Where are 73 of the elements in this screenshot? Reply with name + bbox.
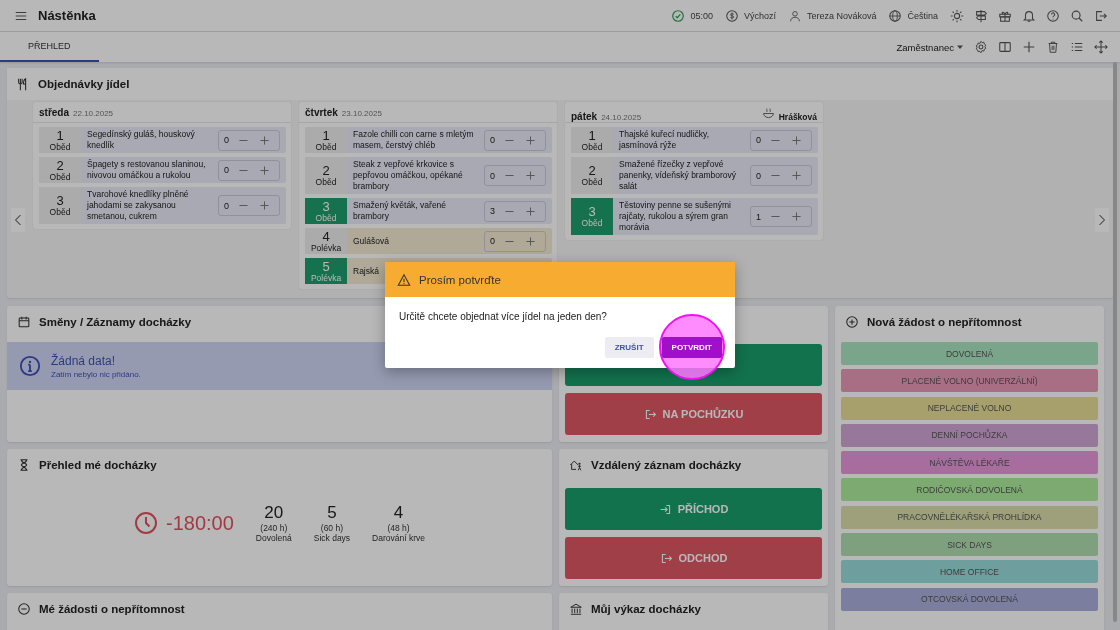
dialog-message: Určitě chcete objednat více jídel na jeden den?	[398, 310, 608, 322]
quantity-value: 0	[490, 170, 495, 181]
meal-type: Oběd	[315, 177, 337, 187]
quantity-value: 0	[224, 200, 229, 211]
panel-title: Můj výkaz docházky	[591, 603, 701, 615]
quantity-value: 0	[756, 135, 761, 145]
stat-value: 20	[264, 503, 284, 523]
meal-index: 3	[322, 199, 330, 213]
time-balance: -180:00	[165, 511, 234, 535]
meal-type: Oběd	[581, 218, 603, 228]
meal-index: 5	[322, 259, 330, 273]
meal-index: 3	[56, 194, 64, 207]
status-label: 05:00	[690, 10, 713, 21]
page-title: Nástěnka	[38, 8, 96, 23]
meal-name: Steak z vepřové krkovice s pepřovou omáčkou, opékané brambory	[352, 158, 464, 193]
meal-name: Thajské kuřecí nudličky, jasmínová rýže	[618, 128, 711, 152]
meal-index: 4	[322, 229, 330, 243]
meal-type: Oběd	[49, 207, 71, 217]
meal-index: 1	[322, 128, 330, 142]
meal-index: 1	[588, 128, 596, 142]
quantity-value: 1	[756, 211, 761, 222]
day-name: čtvrtek	[305, 107, 338, 118]
quantity-value: 3	[490, 206, 495, 216]
alert-text: Zatím nebylo nic přidáno.	[51, 369, 141, 379]
meal-name: Špagety s restovanou slaninou, nivovou omáčkou a rukolou	[86, 158, 207, 182]
stat-value: 5	[327, 503, 337, 523]
meal-name: Gulášová	[352, 234, 390, 248]
stat-label: Dovolená	[255, 533, 292, 543]
stat-hours: (48 h)	[387, 523, 410, 533]
meal-name: Rajská	[352, 264, 380, 278]
stat-value: 4	[393, 503, 404, 523]
panel-title: Mé žádosti o nepřítomnost	[39, 603, 185, 615]
meal-name: Segedínský guláš, houskový knedlík	[86, 128, 196, 152]
quantity-value: 0	[490, 236, 495, 246]
meal-type: Polévka	[310, 272, 342, 283]
meal-name: Těstoviny penne se sušenými rajčaty, rukolou a sýrem gran morávia	[618, 199, 732, 234]
meal-index: 2	[588, 164, 596, 177]
panel-title: Vzdálený záznam docházky	[591, 459, 742, 471]
stat-label: Darování krve	[372, 533, 426, 543]
meal-index: 2	[322, 164, 330, 177]
meal-name: Fazole chilli con carne s mletým masem, čerstvý chléb	[352, 128, 475, 152]
panel-title: Objednávky jídel	[38, 78, 130, 90]
meal-type: Oběd	[315, 141, 337, 152]
stat-hours: (60 h)	[320, 523, 344, 533]
quantity-value: 0	[756, 170, 761, 181]
meal-index: 1	[56, 128, 64, 142]
day-date: 22.10.2025	[73, 109, 114, 118]
dialog-title: Prosím potvrďte	[419, 273, 501, 286]
meal-index: 2	[56, 158, 64, 172]
day-name: středa	[39, 107, 69, 118]
meal-index: 3	[588, 205, 596, 218]
alert-title: Žádná data!	[51, 353, 117, 368]
day-soup: Hrášková	[778, 112, 817, 122]
meal-type: Oběd	[581, 177, 603, 187]
panel-title: Směny / Záznamy docházky	[39, 316, 192, 328]
meal-type: Oběd	[49, 141, 71, 152]
panel-title: Přehled mé docházky	[39, 459, 157, 471]
quantity-value: 0	[490, 135, 495, 145]
day-date: 23.10.2025	[341, 109, 382, 118]
meal-type: Polévka	[310, 242, 342, 253]
stat-hours: (240 h)	[260, 523, 288, 533]
quantity-value: 0	[224, 165, 229, 175]
stat-label: Sick days	[313, 533, 351, 543]
quantity-value: 0	[224, 135, 229, 145]
day-name: pátek	[571, 111, 598, 122]
day-date: 24.10.2025	[601, 113, 642, 122]
meal-name: Smažené řízečky z vepřové panenky, vídeňský bramborový salát	[618, 158, 737, 193]
panel-title: Nová žádost o nepřítomnost	[867, 316, 1022, 328]
meal-name: Tvarohové knedlíky plněné jahodami se zakysanou smetanou, cukrem	[86, 188, 190, 223]
meal-type: Oběd	[315, 212, 337, 223]
meal-name: Smažený květák, vařené brambory	[352, 199, 448, 223]
meal-type: Oběd	[49, 171, 71, 182]
meal-type: Oběd	[581, 141, 603, 152]
